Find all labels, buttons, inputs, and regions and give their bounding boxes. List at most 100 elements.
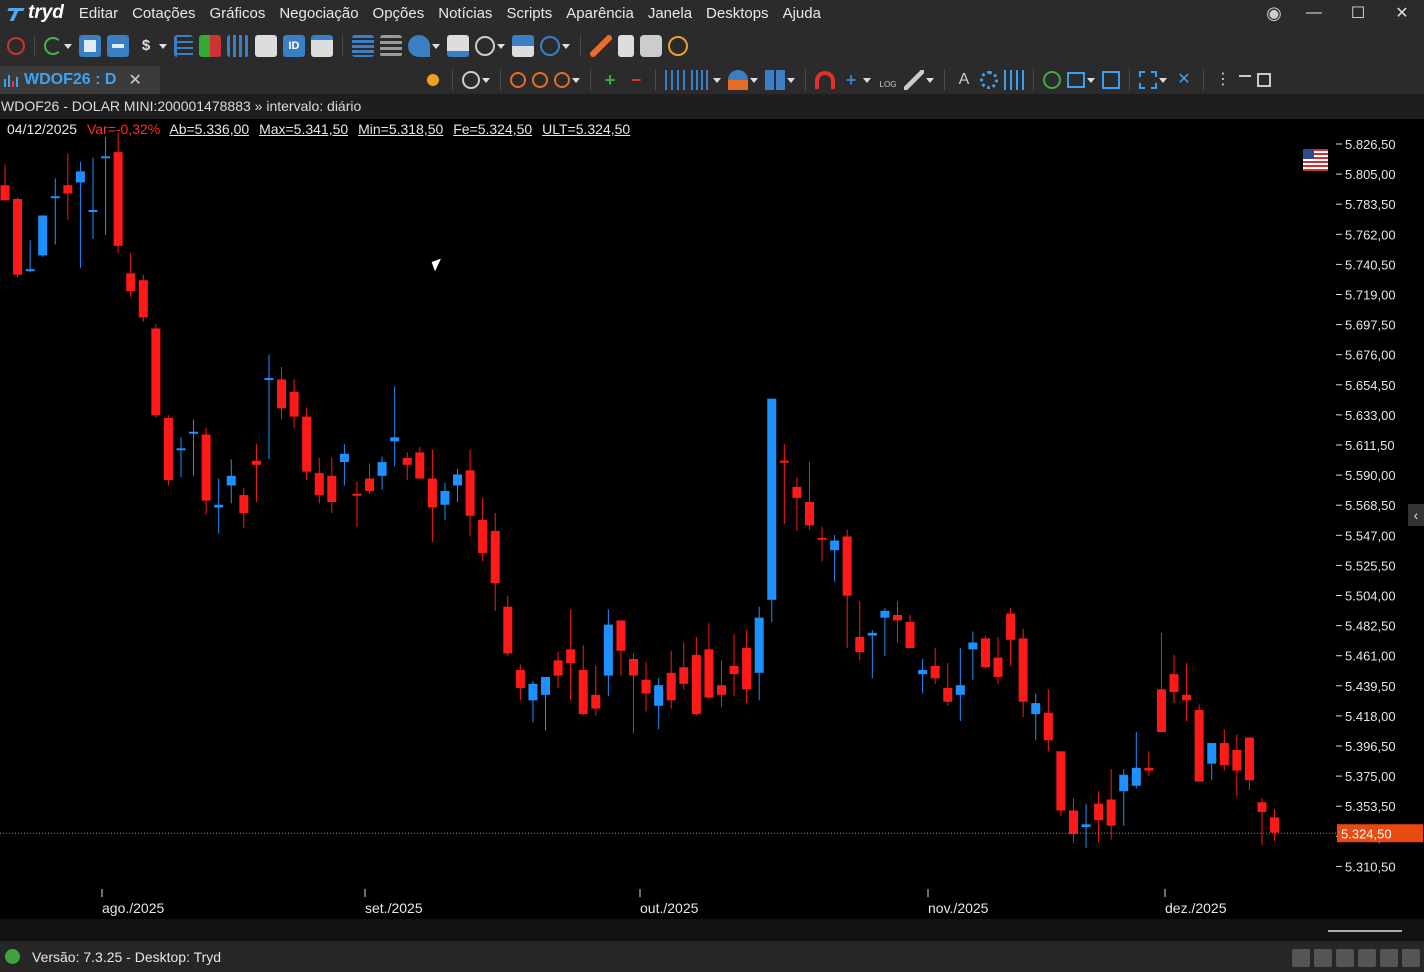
report-icon[interactable]	[447, 35, 469, 57]
more-options-icon[interactable]: ⋮	[1213, 70, 1233, 90]
tab-wdof26[interactable]: WDOF26 : D ✕	[0, 66, 160, 96]
menu-opcoes[interactable]: Opções	[366, 5, 432, 22]
candle-body	[289, 391, 299, 417]
chart-icon[interactable]	[227, 35, 249, 57]
hammer-icon[interactable]	[590, 35, 612, 57]
main-toolbar: $ ID	[0, 26, 1424, 66]
user-account-icon[interactable]: ◉	[1256, 3, 1292, 24]
minimize-button[interactable]: —	[1292, 4, 1336, 22]
zoom-out-icon[interactable]	[532, 72, 548, 88]
fit-icon[interactable]	[1102, 71, 1120, 89]
youtube-icon[interactable]	[1358, 949, 1376, 967]
scanner-dropdown-caret[interactable]	[562, 43, 570, 49]
layout-icon[interactable]	[512, 35, 534, 57]
sync-icon[interactable]	[1043, 71, 1061, 89]
telegram-icon[interactable]	[1402, 949, 1420, 967]
news-icon[interactable]	[255, 35, 277, 57]
quote-last[interactable]: ULT=5.324,50	[542, 121, 630, 137]
candles-icon[interactable]	[665, 70, 685, 90]
crosshair-icon[interactable]: +	[841, 70, 861, 90]
close-button[interactable]: ✕	[1380, 3, 1424, 23]
shrink-icon[interactable]: ✕	[1174, 70, 1194, 90]
notes-icon[interactable]	[618, 35, 634, 57]
menu-ajuda[interactable]: Ajuda	[776, 5, 828, 22]
shapes-dropdown-caret[interactable]	[750, 77, 758, 83]
gear-blue-icon[interactable]	[980, 71, 998, 89]
zoom-in-icon[interactable]	[510, 72, 526, 88]
grid-icon[interactable]	[352, 35, 374, 57]
maximize-button[interactable]: ☐	[1336, 3, 1380, 23]
shapes-icon[interactable]	[728, 70, 748, 90]
chart-horizontal-scrollbar[interactable]	[0, 919, 1424, 941]
scanner-icon[interactable]	[540, 36, 560, 56]
log-scale-icon[interactable]: LOG	[878, 70, 898, 90]
remove-bars-icon[interactable]: −	[626, 70, 646, 90]
light-bulb-icon[interactable]	[423, 70, 443, 90]
stop-icon[interactable]	[7, 37, 25, 55]
menu-editar[interactable]: Editar	[72, 5, 125, 22]
facebook-icon[interactable]	[1336, 949, 1354, 967]
magnet-icon[interactable]	[815, 71, 835, 89]
wrench-icon[interactable]	[904, 70, 924, 90]
tab-close-icon[interactable]: ✕	[128, 70, 141, 90]
docs-icon[interactable]	[311, 35, 333, 57]
indicators-icon[interactable]	[1004, 70, 1024, 90]
zoom-icon[interactable]	[554, 72, 570, 88]
refresh-dropdown-caret[interactable]	[64, 43, 72, 49]
heatmap-icon[interactable]	[199, 35, 221, 57]
bar-style-dropdown-caret[interactable]	[713, 77, 721, 83]
us-flag-icon	[1303, 149, 1328, 171]
menu-cotacoes[interactable]: Cotações	[125, 5, 202, 22]
plugin-icon[interactable]	[640, 35, 662, 57]
collapse-side-panel-icon[interactable]: ‹	[1408, 504, 1424, 526]
image-export-icon[interactable]	[1067, 72, 1085, 88]
scrollbar-thumb[interactable]	[1328, 930, 1402, 932]
tryd-logo[interactable]: tryd	[0, 2, 64, 24]
bookmark-icon[interactable]	[1314, 949, 1332, 967]
select-area-dropdown-caret[interactable]	[1159, 77, 1167, 83]
menu-aparencia[interactable]: Aparência	[559, 5, 641, 22]
dollar-icon[interactable]: $	[135, 35, 157, 57]
blog-icon[interactable]	[1292, 949, 1310, 967]
menu-negociacao[interactable]: Negociação	[272, 5, 365, 22]
bar-style-icon[interactable]	[691, 70, 711, 90]
pane-minimize-icon[interactable]	[1239, 75, 1251, 77]
quote-min[interactable]: Min=5.318,50	[358, 121, 443, 137]
options-dropdown-caret[interactable]	[432, 43, 440, 49]
options-icon[interactable]	[408, 35, 430, 57]
menu-desktops[interactable]: Desktops	[699, 5, 776, 22]
select-area-icon[interactable]	[1139, 71, 1157, 89]
instagram-icon[interactable]	[1380, 949, 1398, 967]
menu-janela[interactable]: Janela	[641, 5, 699, 22]
refresh-icon[interactable]	[44, 37, 62, 55]
quote-open[interactable]: Ab=5.336,00	[169, 121, 249, 137]
zoom-dropdown-caret[interactable]	[572, 77, 580, 83]
interval-dropdown-caret[interactable]	[482, 77, 490, 83]
quote-board-icon[interactable]	[79, 35, 101, 57]
quote-max[interactable]: Max=5.341,50	[259, 121, 348, 137]
dollar-dropdown-caret[interactable]	[159, 43, 167, 49]
wrench-dropdown-caret[interactable]	[926, 77, 934, 83]
id-icon[interactable]: ID	[283, 35, 305, 57]
pane-maximize-icon[interactable]	[1257, 73, 1271, 87]
candlestick-chart[interactable]: 5.826,50 5.805,00 5.783,50 5.762,00 5.740,50…	[0, 119, 1424, 919]
interval-clock-icon[interactable]	[462, 71, 480, 89]
add-bars-icon[interactable]: +	[600, 70, 620, 90]
layout-panes-dropdown-caret[interactable]	[787, 77, 795, 83]
menu-graficos[interactable]: Gráficos	[202, 5, 272, 22]
crosshair-dropdown-caret[interactable]	[863, 77, 871, 83]
y-axis-label: 5.783,50	[1345, 197, 1396, 212]
menu-scripts[interactable]: Scripts	[499, 5, 559, 22]
book-icon[interactable]	[107, 35, 129, 57]
layout-panes-icon[interactable]	[765, 70, 785, 90]
times-trades-icon[interactable]	[174, 35, 193, 57]
broker-dropdown-caret[interactable]	[497, 43, 505, 49]
chart-area[interactable]: 5.826,50 5.805,00 5.783,50 5.762,00 5.740,50…	[0, 119, 1424, 919]
list-icon[interactable]	[380, 35, 402, 57]
text-tool-icon[interactable]: A	[954, 70, 974, 90]
broker-icon[interactable]	[475, 36, 495, 56]
quote-close[interactable]: Fe=5.324,50	[453, 121, 532, 137]
image-export-dropdown-caret[interactable]	[1087, 77, 1095, 83]
menu-noticias[interactable]: Notícias	[431, 5, 499, 22]
clock-icon[interactable]	[668, 36, 688, 56]
